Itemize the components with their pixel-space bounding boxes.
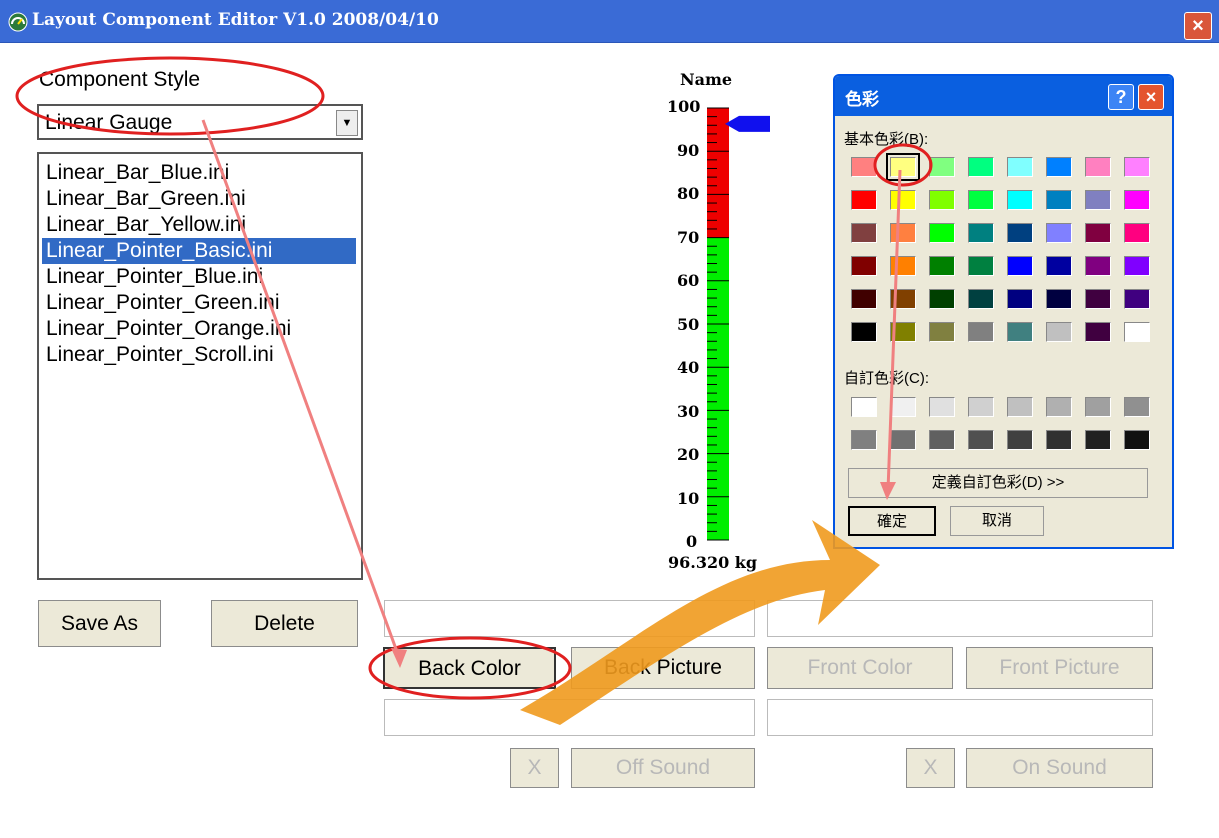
red-arrowhead <box>880 482 896 500</box>
red-arrowhead <box>391 648 407 668</box>
red-highlight-circle <box>873 143 933 187</box>
annotation-overlay <box>15 56 933 725</box>
red-highlight-circle <box>15 56 325 136</box>
orange-arrow-annotation <box>520 520 880 725</box>
red-pointer-line <box>201 119 402 661</box>
red-pointer-line <box>886 169 902 491</box>
